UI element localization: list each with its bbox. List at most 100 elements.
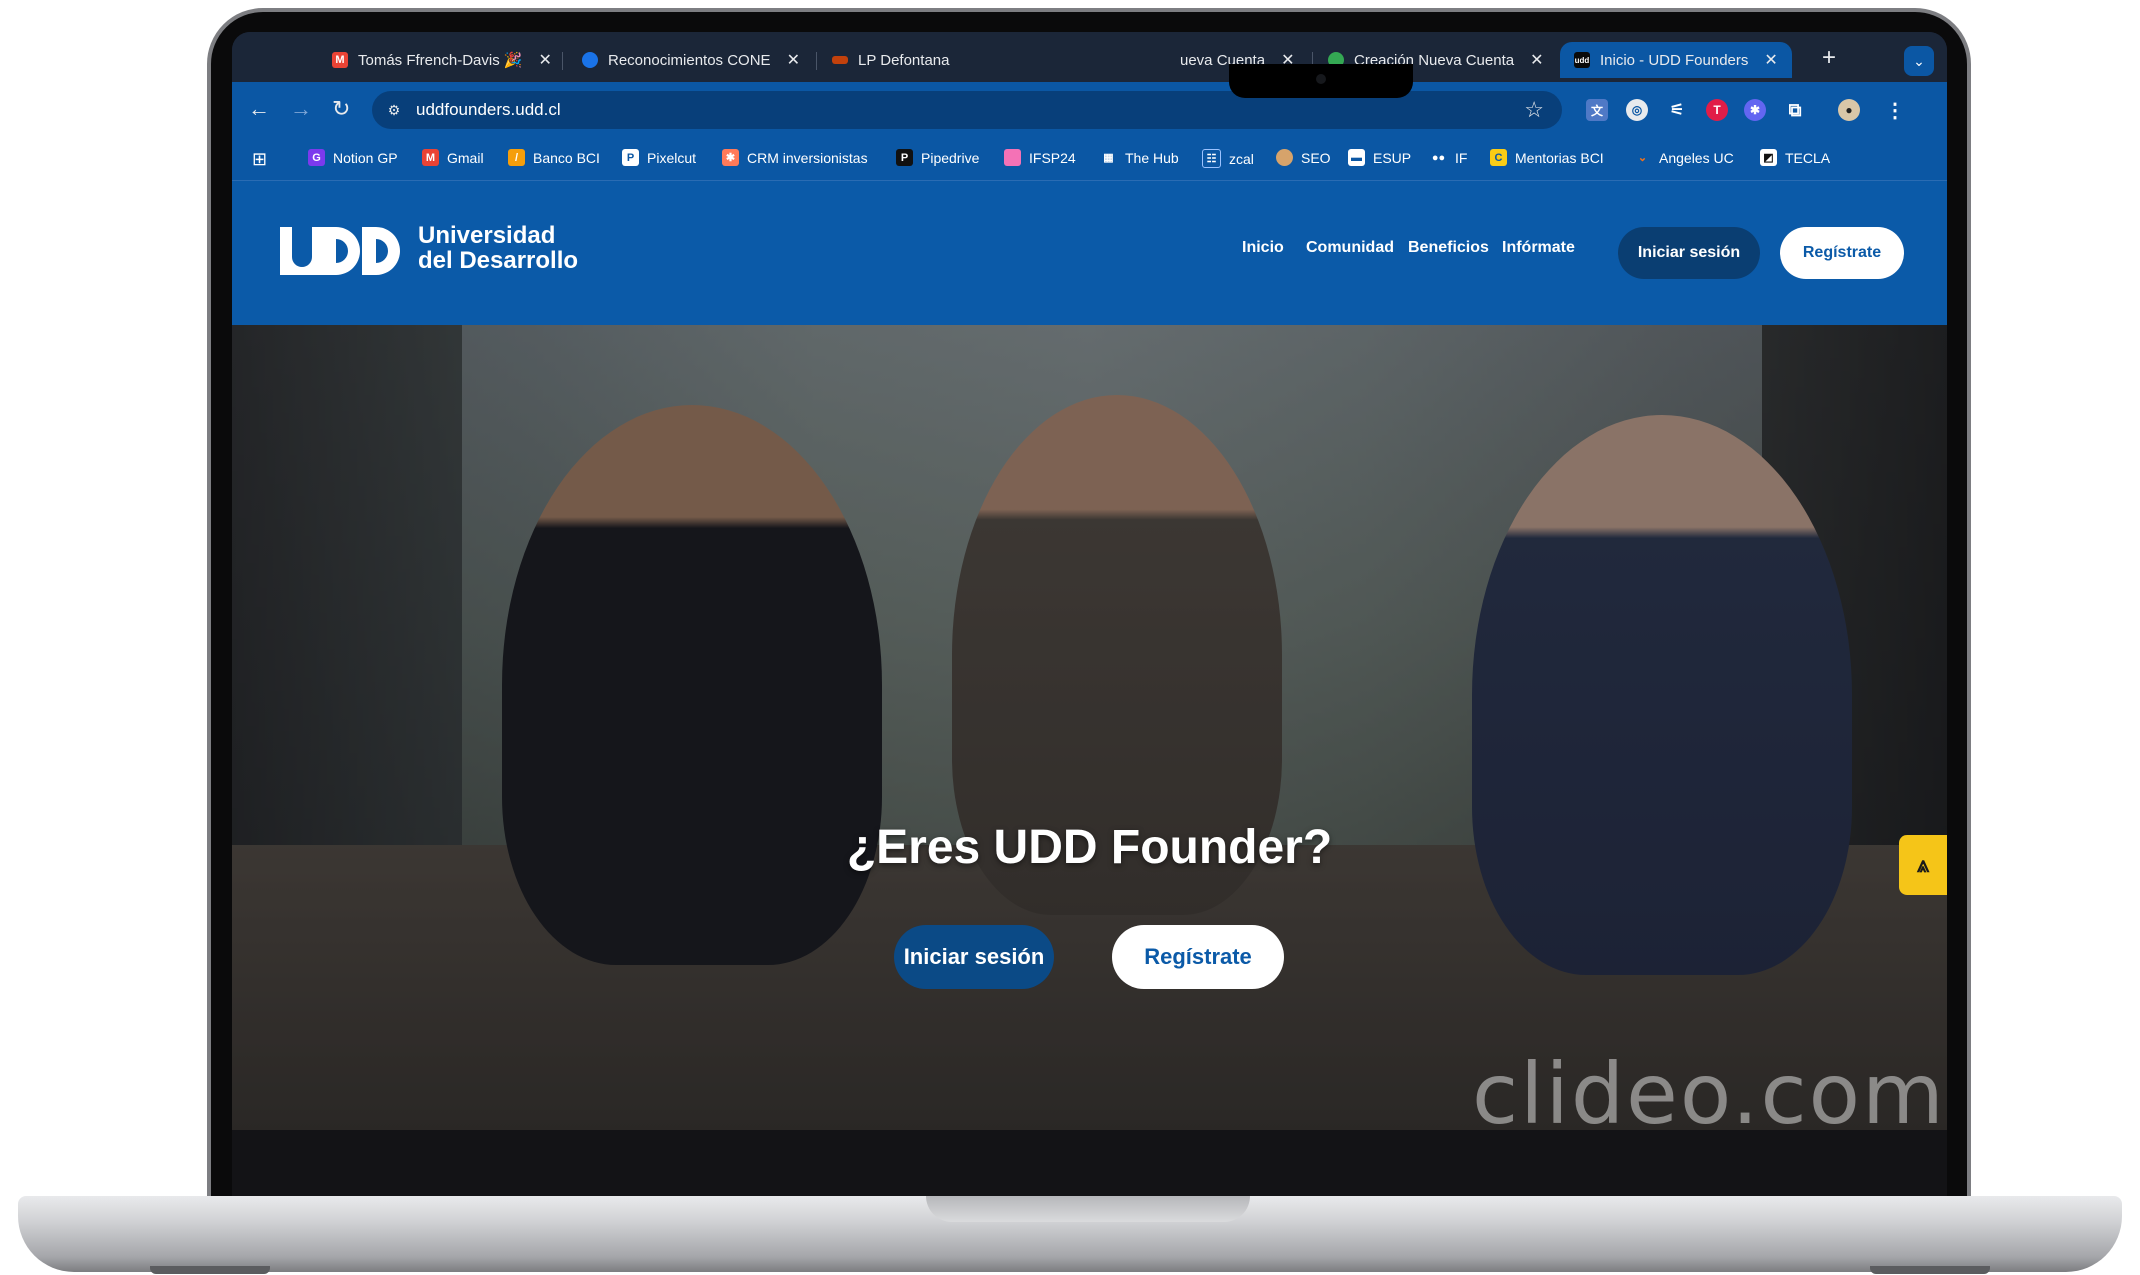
pixelcut-icon: P [622,149,639,166]
bookmark-item[interactable]: ▬ ESUP [1348,149,1411,166]
notion-icon: G [308,149,325,166]
site-header: Universidad del Desarrollo Inicio Comuni… [232,181,1947,325]
bank-icon: / [508,149,525,166]
tab-label: Inicio - UDD Founders [1600,51,1749,69]
udd-icon: udd [1574,52,1590,68]
tab-separator [562,52,563,70]
extension-icon[interactable]: ✱ [1744,99,1766,121]
bookmark-label: Notion GP [333,149,398,166]
hero-section: ¿Eres UDD Founder? Iniciar sesión Regíst… [232,325,1947,1130]
bookmark-item[interactable]: SEO [1276,149,1331,166]
tab-label: Tomás Ffrench-Davis 🎉 [358,52,523,69]
tab-label: LP Defontana [858,51,950,69]
laptop-chin [232,1130,1947,1200]
tecla-icon: ◩ [1760,149,1777,166]
bookmark-label: IFSP24 [1029,149,1076,166]
folder-icon [1004,149,1021,166]
bookmark-star-icon[interactable]: ☆ [1524,97,1544,123]
laptop-screen: M Tomás Ffrench-Davis 🎉 ✕ Reconocimiento… [232,32,1947,1130]
gmail-icon: M [422,149,439,166]
nav-beneficios[interactable]: Beneficios [1408,239,1489,257]
bookmark-item[interactable]: / Banco BCI [508,149,600,166]
bookmark-item[interactable]: ☷ zcal [1202,149,1254,168]
bookmark-item[interactable]: ✱ CRM inversionistas [722,149,868,166]
browser-tab[interactable]: M Tomás Ffrench-Davis 🎉 ✕ [332,42,552,78]
angeles-icon: ⌄ [1637,152,1648,164]
pipedrive-icon: P [896,149,913,166]
logo-line: Universidad [418,222,556,249]
camera [1316,74,1326,84]
bookmark-item[interactable]: ●● IF [1430,149,1468,166]
tab-search-icon[interactable]: ⌄ [1904,46,1934,76]
browser-tab[interactable]: LP Defontana [832,42,949,78]
bookmark-item[interactable]: P Pixelcut [622,149,696,166]
bookmark-item[interactable]: IFSP24 [1004,149,1076,166]
bookmark-item[interactable]: ◩ TECLA [1760,149,1830,166]
menu-kebab-icon[interactable]: ⋮ [1884,99,1906,122]
hero-login-button[interactable]: Iniciar sesión [894,925,1054,989]
nav-inicio[interactable]: Inicio [1242,239,1284,257]
bookmark-label: SEO [1301,149,1331,166]
bookmark-label: IF [1455,149,1468,166]
mentorias-icon: C [1490,149,1507,166]
bookmark-label: Gmail [447,149,484,166]
header-login-button[interactable]: Iniciar sesión [1618,227,1760,279]
back-icon[interactable]: ← [248,97,270,121]
bookmark-label: Angeles UC [1659,149,1734,166]
watermark-text: clideo.com [1472,1045,1946,1130]
profile-avatar[interactable]: ● [1838,99,1860,121]
logo-line: del Desarrollo [418,247,579,274]
bookmark-label: TECLA [1785,149,1831,166]
bookmark-item[interactable]: G Notion GP [308,149,398,166]
browser-tab-bar: M Tomás Ffrench-Davis 🎉 ✕ Reconocimiento… [232,32,1947,82]
laptop-foot [1870,1266,1990,1274]
close-icon[interactable]: ✕ [1530,50,1543,70]
bookmark-item[interactable]: ⌄ Angeles UC [1634,149,1734,166]
accessibility-widget-icon[interactable]: ⩓ [1899,835,1947,895]
close-icon[interactable]: ✕ [787,50,800,70]
bookmark-label: ESUP [1373,149,1412,166]
hero-overlay [232,325,1947,1130]
esup-icon: ▬ [1348,149,1365,166]
forward-icon[interactable]: → [290,97,312,121]
hero-register-button[interactable]: Regístrate [1112,925,1284,989]
close-icon[interactable]: ✕ [1764,50,1777,70]
bookmark-item[interactable]: P Pipedrive [896,149,979,166]
hub-icon: ▦ [1103,152,1114,164]
if-icon: ●● [1431,151,1446,164]
browser-tab[interactable]: Reconocimientos CONE ✕ [582,42,800,78]
bookmark-item[interactable]: C Mentorias BCI [1490,149,1604,166]
bookmark-label: Banco BCI [533,149,600,166]
extension-icon[interactable]: T [1706,99,1728,121]
nav-comunidad[interactable]: Comunidad [1306,239,1394,257]
laptop-foot [150,1266,270,1274]
close-icon[interactable]: ✕ [539,50,552,70]
extension-icon[interactable]: ◎ [1626,99,1648,121]
translate-extension-icon[interactable]: 文 [1586,99,1608,121]
reload-icon[interactable]: ↻ [332,97,350,121]
tab-separator [816,52,817,70]
new-tab-icon[interactable]: + [1822,44,1836,72]
bookmark-label: zcal [1229,150,1254,167]
bookmark-label: The Hub [1125,149,1179,166]
bookmark-label: CRM inversionistas [747,149,868,166]
gmail-icon: M [332,52,348,68]
extensions-puzzle-icon[interactable]: ⧉ [1784,99,1806,121]
header-register-button[interactable]: Regístrate [1780,227,1904,279]
globe-icon [582,52,598,68]
apps-grid-icon[interactable]: ⊞ [252,149,267,170]
bookmark-item[interactable]: M Gmail [422,149,484,166]
extension-icon[interactable]: ⚟ [1666,99,1688,121]
logo-wordmark[interactable]: Universidad del Desarrollo [418,223,578,273]
defontana-icon [832,56,848,64]
bookmark-item[interactable]: ▦ The Hub [1100,149,1179,166]
hero-title: ¿Eres UDD Founder? [846,821,1333,874]
browser-tab-active[interactable]: udd Inicio - UDD Founders ✕ [1560,42,1792,78]
bookmark-label: Pixelcut [647,149,697,166]
bookmarks-bar: ⊞ G Notion GP M Gmail / Banco BCI P Pixelcut… [232,138,1947,181]
nav-informate[interactable]: Infórmate [1502,239,1575,257]
site-settings-icon[interactable]: ⚙ [384,100,404,120]
udd-logo-icon[interactable] [278,225,406,275]
url-text[interactable]: uddfounders.udd.cl [416,100,561,120]
browser-toolbar: ← → ↻ ⚙ uddfounders.udd.cl ☆ 文 ◎ ⚟ T ✱ ⧉… [232,82,1947,138]
